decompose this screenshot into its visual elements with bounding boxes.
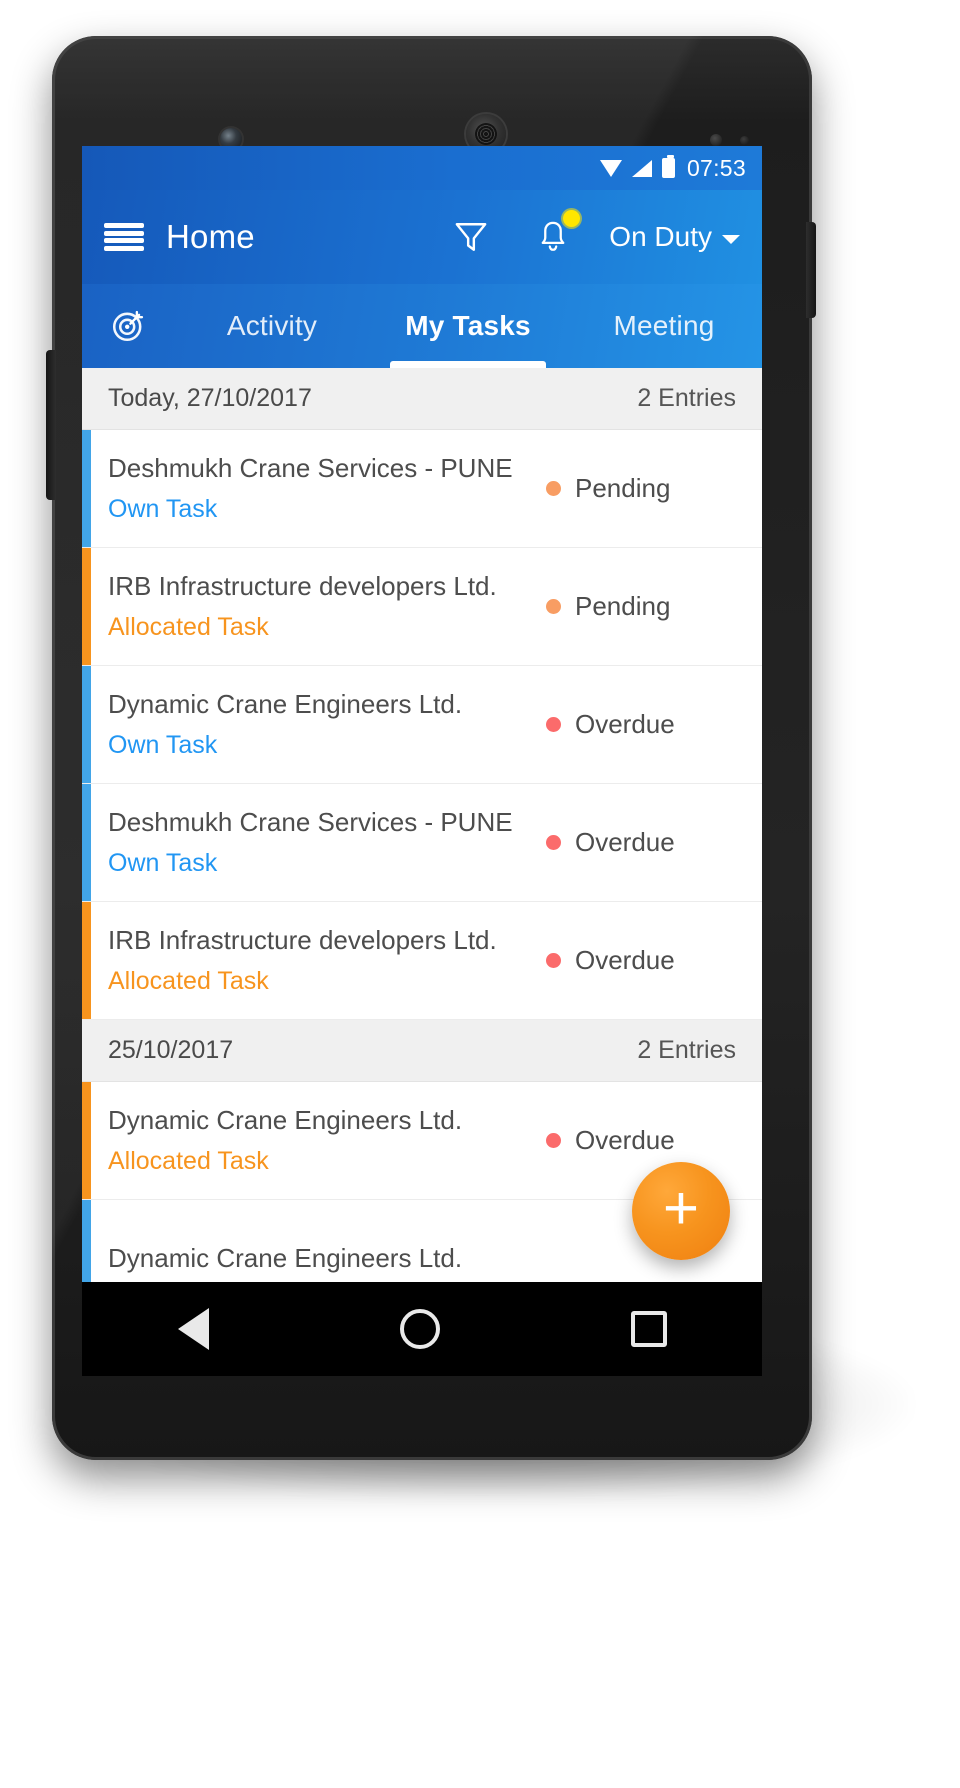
duty-status-label: On Duty	[609, 221, 712, 252]
tab-meeting[interactable]: Meeting	[566, 284, 762, 368]
status-label: Overdue	[575, 827, 675, 857]
task-status: Pending	[546, 473, 736, 504]
home-circle-icon[interactable]	[399, 1309, 440, 1349]
task-row-main: IRB Infrastructure developers Ltd. Alloc…	[108, 908, 546, 1013]
task-accent-bar	[82, 784, 91, 901]
tab-label: Activity	[226, 310, 318, 341]
notification-badge-dot	[563, 210, 581, 227]
status-dot-icon	[546, 1133, 561, 1148]
task-title: Dynamic Crane Engineers Ltd.	[108, 1243, 463, 1274]
status-bar-clock: 07:53	[686, 154, 746, 181]
task-list[interactable]: Today, 27/10/2017 2 Entries Deshmukh Cra…	[82, 368, 762, 1282]
wifi-icon	[599, 159, 622, 177]
date-header: Today, 27/10/2017 2 Entries	[82, 368, 762, 430]
light-sensor-icon	[740, 136, 749, 145]
tab-label: My Tasks	[405, 310, 531, 341]
power-button[interactable]	[806, 222, 816, 318]
status-label: Pending	[575, 591, 671, 621]
task-title: Dynamic Crane Engineers Ltd.	[108, 1104, 463, 1135]
status-label: Overdue	[575, 709, 675, 739]
task-row[interactable]: IRB Infrastructure developers Ltd. Alloc…	[82, 902, 762, 1020]
entries-count: 2 Entries	[637, 384, 736, 412]
plus-icon: +	[662, 1174, 700, 1243]
notifications-button[interactable]	[527, 210, 581, 263]
tab-target[interactable]	[82, 284, 174, 368]
task-accent-bar	[82, 1200, 91, 1282]
android-nav-bar	[82, 1282, 762, 1376]
tab-my-tasks[interactable]: My Tasks	[370, 284, 566, 368]
task-type: Allocated Task	[108, 1146, 269, 1175]
task-accent-bar	[82, 430, 91, 547]
task-row[interactable]: Deshmukh Crane Services - PUNE Own Task …	[82, 784, 762, 902]
task-title: Deshmukh Crane Services - PUNE	[108, 452, 513, 483]
chevron-down-icon	[722, 234, 740, 244]
status-dot-icon	[546, 835, 561, 850]
date-header: 25/10/2017 2 Entries	[82, 1020, 762, 1082]
task-status: Overdue	[546, 1125, 736, 1156]
tab-bar: Activity My Tasks Meeting	[82, 284, 762, 368]
battery-icon	[661, 155, 675, 178]
task-accent-bar	[82, 1082, 91, 1199]
task-type: Own Task	[108, 494, 218, 523]
task-row-main: Dynamic Crane Engineers Ltd. Own Task	[108, 672, 546, 777]
task-row-main: Dynamic Crane Engineers Ltd. Allocated T…	[108, 1088, 546, 1193]
task-type: Allocated Task	[108, 966, 269, 995]
back-triangle-icon[interactable]	[177, 1308, 209, 1350]
recents-square-icon[interactable]	[630, 1311, 667, 1347]
status-bar: 07:53	[82, 146, 762, 190]
task-type: Own Task	[108, 730, 218, 759]
task-title: IRB Infrastructure developers Ltd.	[108, 570, 497, 601]
hamburger-menu-icon[interactable]	[104, 223, 144, 251]
status-label: Pending	[575, 473, 671, 503]
filter-button[interactable]	[445, 211, 497, 263]
date-label: 25/10/2017	[108, 1036, 234, 1064]
page-title: Home	[166, 218, 255, 255]
tab-label: Meeting	[613, 310, 715, 341]
task-type: Own Task	[108, 848, 218, 877]
proximity-sensor-icon	[710, 134, 722, 146]
status-dot-icon	[546, 953, 561, 968]
status-dot-icon	[546, 481, 561, 496]
task-accent-bar	[82, 902, 91, 1019]
tab-activity[interactable]: Activity	[174, 284, 370, 368]
task-row-main: IRB Infrastructure developers Ltd. Alloc…	[108, 554, 546, 659]
task-accent-bar	[82, 548, 91, 665]
task-row[interactable]: Deshmukh Crane Services - PUNE Own Task …	[82, 430, 762, 548]
add-task-fab[interactable]: +	[632, 1162, 730, 1260]
status-dot-icon	[546, 599, 561, 614]
task-accent-bar	[82, 666, 91, 783]
task-row[interactable]: IRB Infrastructure developers Ltd. Alloc…	[82, 548, 762, 666]
task-type: Allocated Task	[108, 612, 269, 641]
task-status: Overdue	[546, 709, 736, 740]
task-title: IRB Infrastructure developers Ltd.	[108, 924, 497, 955]
status-label: Overdue	[575, 1125, 675, 1155]
phone-screen: 07:53 Home On Duty Activity My Tasks Mee…	[82, 146, 762, 1282]
task-title: Deshmukh Crane Services - PUNE	[108, 806, 513, 837]
status-label: Overdue	[575, 945, 675, 975]
filter-funnel-icon	[455, 223, 487, 251]
task-row-main: Deshmukh Crane Services - PUNE Own Task	[108, 790, 546, 895]
status-dot-icon	[546, 717, 561, 732]
task-status: Overdue	[546, 945, 736, 976]
signal-icon	[631, 159, 652, 177]
entries-count: 2 Entries	[637, 1036, 736, 1064]
task-row[interactable]: Dynamic Crane Engineers Ltd. Own Task Ov…	[82, 666, 762, 784]
screenshot-root: 07:53 Home On Duty Activity My Tasks Mee…	[0, 0, 960, 1788]
task-status: Pending	[546, 591, 736, 622]
task-row-main: Deshmukh Crane Services - PUNE Own Task	[108, 436, 546, 541]
task-title: Dynamic Crane Engineers Ltd.	[108, 688, 463, 719]
target-icon	[112, 310, 144, 342]
volume-button[interactable]	[46, 350, 56, 500]
duty-status-dropdown[interactable]: On Duty	[609, 221, 740, 253]
date-label: Today, 27/10/2017	[108, 384, 312, 412]
task-status: Overdue	[546, 827, 736, 858]
app-bar: Home On Duty	[82, 190, 762, 284]
